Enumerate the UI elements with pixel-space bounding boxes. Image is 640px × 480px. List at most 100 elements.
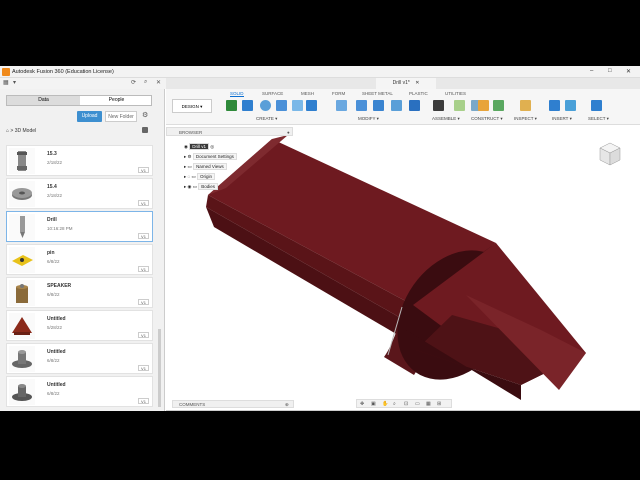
expand-icon[interactable]: ▸ (184, 174, 186, 179)
tree-item-origin[interactable]: ▸ ◌ ▭ Origin (184, 173, 216, 180)
extrude-icon[interactable] (260, 100, 271, 111)
scrollbar[interactable] (158, 329, 161, 407)
modify-group-label[interactable]: MODIFY ▾ (358, 116, 379, 122)
activate-icon[interactable]: ◎ (210, 144, 214, 149)
version-badge[interactable]: V1 (138, 398, 149, 404)
tree-item-document-settings[interactable]: ▸ ⚙ Document Settings (184, 153, 237, 160)
list-item[interactable]: 15.3 2/18/22 V1 (6, 145, 153, 176)
gear-icon[interactable]: ⚙ (142, 111, 148, 119)
expand-icon[interactable]: ▸ (184, 164, 186, 169)
upload-button[interactable]: Upload (77, 111, 102, 122)
list-item[interactable]: pin 6/8/22 V1 (6, 244, 153, 275)
home-icon[interactable]: ⌂ (6, 128, 9, 134)
look-at-icon[interactable]: ▣ (371, 401, 376, 407)
add-comment-icon[interactable]: ⊕ (285, 402, 289, 408)
new-component-icon[interactable] (226, 100, 237, 111)
list-item[interactable]: Untitled 6/8/22 V1 (6, 376, 153, 407)
shell-icon[interactable] (391, 100, 402, 111)
tab-drill-document[interactable]: Drill v1* ✕ (376, 78, 436, 89)
breadcrumb[interactable]: ⌂ > 3D Model (6, 128, 36, 134)
assemble-group-label[interactable]: ASSEMBLE ▾ (432, 116, 460, 122)
version-badge[interactable]: V1 (138, 332, 149, 338)
fit-icon[interactable]: ⊡ (404, 401, 408, 407)
create-group-label[interactable]: CREATE ▾ (256, 116, 277, 122)
close-icon[interactable]: ✕ (415, 80, 419, 86)
people-icon[interactable] (142, 127, 148, 133)
canvas-viewport[interactable]: BROWSER ● ◉ Drill v1 ◎ ▸ ⚙ Document Sett… (166, 125, 640, 411)
tree-item-label[interactable]: Bodies (198, 183, 219, 190)
close-panel-icon[interactable]: ✕ (156, 79, 161, 86)
tab-utilities[interactable]: UTILITIES (445, 91, 466, 96)
list-item[interactable]: Untitled 5/28/22 V1 (6, 310, 153, 341)
expand-icon[interactable]: ▸ (184, 184, 186, 189)
insert-derive-icon[interactable] (549, 100, 560, 111)
visibility-icon[interactable]: ◌ (188, 174, 191, 179)
root-component-label[interactable]: Drill v1 (189, 143, 209, 150)
insert-image-icon[interactable] (565, 100, 576, 111)
tab-data[interactable]: Data (7, 96, 80, 105)
close-icon[interactable]: ✕ (626, 68, 631, 75)
inspect-group-label[interactable]: INSPECT ▾ (514, 116, 537, 122)
offset-plane-icon[interactable] (478, 100, 489, 111)
tab-mesh[interactable]: MESH (301, 91, 314, 96)
axis-icon[interactable] (493, 100, 504, 111)
refresh-icon[interactable]: ⟳ (131, 79, 136, 86)
revolve-icon[interactable] (276, 100, 287, 111)
visibility-icon[interactable]: ◉ (184, 144, 188, 149)
create-sketch-icon[interactable] (242, 100, 253, 111)
dropdown-icon[interactable]: ▾ (13, 79, 16, 86)
move-icon[interactable] (433, 100, 444, 111)
display-settings-icon[interactable]: ▭ (415, 401, 420, 407)
expand-icon[interactable]: ▸ (184, 154, 186, 159)
viewports-icon[interactable]: ⊞ (437, 401, 441, 407)
tab-plastic[interactable]: PLASTIC (409, 91, 428, 96)
grid-menu-icon[interactable]: ▦ (3, 79, 9, 86)
pin-icon[interactable]: ● (287, 130, 290, 135)
tree-root[interactable]: ◉ Drill v1 ◎ (184, 143, 214, 150)
new-joint-icon[interactable] (454, 100, 465, 111)
breadcrumb-folder[interactable]: 3D Model (15, 128, 36, 134)
version-badge[interactable]: V1 (138, 365, 149, 371)
select-group-label[interactable]: SELECT ▾ (588, 116, 609, 122)
pattern-icon[interactable] (306, 100, 317, 111)
version-badge[interactable]: V1 (138, 167, 149, 173)
list-item[interactable]: Untitled 6/8/22 V1 (6, 343, 153, 374)
minimize-icon[interactable]: – (590, 68, 593, 74)
tree-item-bodies[interactable]: ▸ ◉ ▭ Bodies (184, 183, 219, 190)
grid-settings-icon[interactable]: ▦ (426, 401, 431, 407)
version-badge[interactable]: V1 (138, 299, 149, 305)
chamfer-icon[interactable] (373, 100, 384, 111)
construct-group-label[interactable]: CONSTRUCT ▾ (471, 116, 503, 122)
hole-icon[interactable] (292, 100, 303, 111)
visibility-icon[interactable]: ◉ (188, 184, 192, 189)
tab-sheet-metal[interactable]: SHEET METAL (362, 91, 393, 96)
list-item[interactable]: SPEAKER 6/8/22 V1 (6, 277, 153, 308)
tree-item-named-views[interactable]: ▸ ▭ Named Views (184, 163, 227, 170)
pan-icon[interactable]: ✋ (382, 401, 388, 407)
workspace-switcher[interactable]: DESIGN ▾ (172, 99, 212, 113)
version-badge[interactable]: V1 (138, 200, 149, 206)
search-icon[interactable]: ⌕ (144, 79, 147, 86)
select-icon[interactable] (591, 100, 602, 111)
measure-icon[interactable] (520, 100, 531, 111)
maximize-icon[interactable]: □ (608, 68, 612, 74)
fillet-icon[interactable] (356, 100, 367, 111)
insert-group-label[interactable]: INSERT ▾ (552, 116, 572, 122)
tab-people[interactable]: People (80, 96, 153, 105)
comments-panel[interactable]: COMMENTS ⊕ (172, 400, 294, 408)
version-badge[interactable]: V1 (138, 266, 149, 272)
tab-surface[interactable]: SURFACE (262, 91, 283, 96)
tab-form[interactable]: FORM (332, 91, 345, 96)
tree-item-label[interactable]: Origin (197, 173, 216, 180)
move-icon[interactable]: ✥ (360, 401, 364, 407)
tree-item-label[interactable]: Document Settings (192, 153, 237, 160)
version-badge[interactable]: V1 (138, 233, 149, 239)
combine-icon[interactable] (409, 100, 420, 111)
list-item[interactable]: 15.4 2/18/22 V1 (6, 178, 153, 209)
browser-panel-header[interactable]: BROWSER ● (166, 127, 293, 136)
zoom-icon[interactable]: ⌕ (393, 401, 396, 407)
press-pull-icon[interactable] (336, 100, 347, 111)
drill-model[interactable] (166, 125, 640, 411)
tree-item-label[interactable]: Named Views (193, 163, 227, 170)
viewcube-icon[interactable] (598, 141, 622, 167)
